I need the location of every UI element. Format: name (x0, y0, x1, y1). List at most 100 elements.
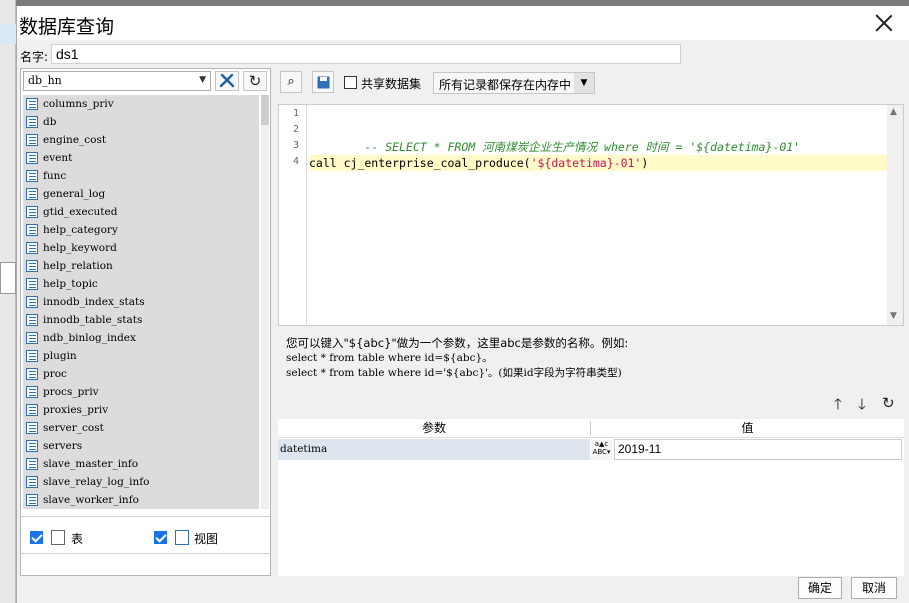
connection-settings-button[interactable] (215, 71, 239, 91)
table-icon (26, 242, 38, 254)
view-icon (175, 530, 189, 545)
table-list[interactable]: columns_priv db engine_costevent func genera… (23, 95, 259, 509)
name-input[interactable]: ds1 (51, 44, 681, 64)
database-query-dialog: 数据库查询 名字: ds1 db_hn ▼ ↻ columns_priv db en… (16, 6, 909, 603)
table-icon (26, 134, 38, 146)
table-doc-icon (51, 530, 65, 545)
show-tables-checkbox[interactable] (30, 531, 43, 544)
line-number: 3 (292, 140, 299, 151)
table-icon (26, 152, 38, 164)
name-label: 名字: (20, 50, 49, 64)
list-item[interactable]: db (23, 113, 259, 131)
move-up-icon[interactable]: 🡑 (834, 394, 842, 419)
abc-type-icon[interactable]: a▲c ABC▾ (591, 440, 612, 460)
list-item[interactable]: proxies_priv (23, 401, 259, 419)
list-item[interactable]: general_log (23, 185, 259, 203)
hint-line-1: 您可以键入"${abc}"做为一个参数，这里abc是参数的名称。例如: (286, 336, 629, 350)
list-item[interactable]: slave_worker_info (23, 491, 259, 509)
show-views-checkbox[interactable] (154, 531, 167, 544)
database-select[interactable]: db_hn ▼ (23, 71, 211, 91)
refresh-tables-button[interactable]: ↻ (243, 71, 267, 91)
table-icon (26, 260, 38, 272)
sql-comment: -- SELECT * FROM 河南煤炭企业生产情况 where 时间 = '… (364, 140, 801, 154)
parameter-toolbar: 🡑 🡓 ↻ (834, 394, 904, 414)
table-row[interactable]: datetima a▲c ABC▾ 2019-11 (278, 439, 904, 460)
line-number: 2 (292, 124, 299, 135)
ok-button[interactable]: 确定 (798, 577, 842, 599)
refresh-params-icon[interactable]: ↻ (882, 394, 895, 412)
save-query-button[interactable] (312, 71, 334, 93)
list-item[interactable]: slave_master_info (23, 455, 259, 473)
background-text-fragment (0, 262, 16, 294)
share-dataset-checkbox[interactable] (344, 76, 357, 89)
query-panel: ⌕ 共享数据集 所有记录都保存在内存中 ▼ 1 2 3 4 -- SELECT … (278, 68, 908, 579)
param-name-cell[interactable]: datetima (278, 439, 590, 460)
list-item[interactable]: servers (23, 437, 259, 455)
list-item[interactable]: proc (23, 365, 259, 383)
table-icon (26, 332, 38, 344)
table-name: help_relation (43, 260, 113, 272)
table-icon (26, 116, 38, 128)
line-number: 4 (292, 156, 299, 167)
storage-mode-select[interactable]: 所有记录都保存在内存中 ▼ (433, 72, 595, 94)
parameter-table: 参数 值 datetima a▲c ABC▾ 2019-11 (278, 419, 904, 579)
scrollbar-thumb[interactable] (261, 95, 269, 125)
preview-button[interactable]: ⌕ (280, 71, 302, 93)
table-name: slave_worker_info (43, 494, 139, 506)
table-name: help_category (43, 224, 118, 236)
table-icon (26, 224, 38, 236)
list-item[interactable]: procs_priv (23, 383, 259, 401)
list-item[interactable]: innodb_table_stats (23, 311, 259, 329)
list-item[interactable]: server_cost (23, 419, 259, 437)
table-name: slave_master_info (43, 458, 139, 470)
line-number-gutter: 1 2 3 4 (279, 105, 307, 325)
table-name: slave_relay_log_info (43, 476, 150, 488)
table-name: help_keyword (43, 242, 117, 254)
cancel-button[interactable]: 取消 (851, 577, 897, 599)
editor-scrollbar[interactable]: ▲ ▼ (887, 105, 903, 325)
sql-call-close: ) (641, 156, 649, 170)
move-down-icon[interactable]: 🡓 (858, 394, 866, 419)
sql-editor[interactable]: 1 2 3 4 -- SELECT * FROM 河南煤炭企业生产情况 wher… (278, 104, 904, 326)
dialog-title: 数据库查询 (19, 16, 115, 38)
param-value-input[interactable]: 2019-11 (614, 439, 902, 460)
share-dataset-label: 共享数据集 (361, 77, 422, 91)
list-item[interactable]: ndb_binlog_index (23, 329, 259, 347)
value-header: 值 (591, 419, 904, 438)
list-item[interactable]: engine_cost (23, 131, 259, 149)
tools-icon (219, 73, 235, 88)
table-icon (26, 494, 38, 506)
scroll-down-icon[interactable]: ▼ (890, 311, 897, 321)
table-icon (26, 350, 38, 362)
parameter-hint: 您可以键入"${abc}"做为一个参数，这里abc是参数的名称。例如: sele… (286, 336, 896, 381)
list-item[interactable]: help_keyword (23, 239, 259, 257)
divider (21, 516, 270, 517)
list-item[interactable]: columns_priv (23, 95, 259, 113)
list-item[interactable]: help_category (23, 221, 259, 239)
list-item[interactable]: plugin (23, 347, 259, 365)
database-select-value: db_hn (28, 74, 62, 87)
refresh-icon: ↻ (248, 72, 262, 90)
list-item[interactable]: gtid_executed (23, 203, 259, 221)
table-name: proxies_priv (43, 404, 109, 416)
background-window-edge (0, 0, 16, 603)
list-item[interactable]: slave_relay_log_info (23, 473, 259, 491)
preview-search-icon: ⌕ (287, 74, 295, 89)
list-item[interactable]: innodb_index_stats (23, 293, 259, 311)
storage-mode-value: 所有记录都保存在内存中 (439, 78, 572, 92)
dialog-footer: 确定 取消 (17, 576, 909, 603)
list-item[interactable]: event (23, 149, 259, 167)
list-item[interactable]: help_topic (23, 275, 259, 293)
chevron-down-icon: ▼ (574, 73, 594, 93)
divider (21, 553, 270, 554)
list-item[interactable]: func (23, 167, 259, 185)
list-item[interactable]: help_relation (23, 257, 259, 275)
table-name: proc (43, 368, 67, 380)
table-name: engine_cost (43, 134, 107, 146)
table-name: servers (43, 440, 83, 452)
show-views-label: 视图 (194, 532, 219, 546)
sql-string-literal: '${datetima}-01' (530, 156, 642, 170)
table-list-scrollbar[interactable] (261, 95, 269, 509)
close-icon[interactable] (875, 14, 893, 32)
scroll-up-icon[interactable]: ▲ (890, 107, 897, 117)
